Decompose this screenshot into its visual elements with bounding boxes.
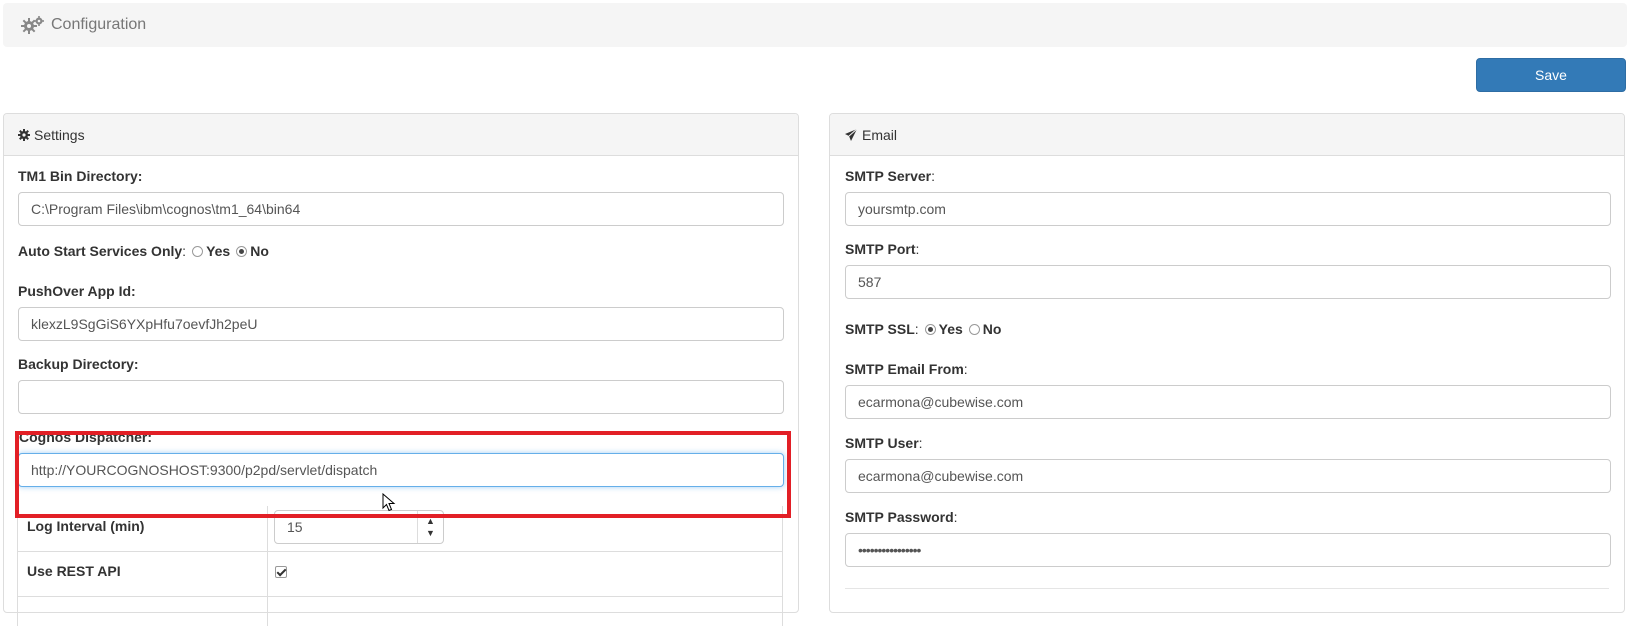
stepper-up-icon[interactable]: ▲ [426, 515, 435, 527]
smtp-from-label: SMTP Email From [845, 361, 964, 377]
use-rest-checkbox[interactable] [275, 566, 287, 578]
auto-start-label: Auto Start Services Only [18, 243, 183, 259]
auto-start-yes-radio[interactable] [192, 245, 204, 257]
email-divider [845, 588, 1609, 589]
cognos-input[interactable]: http://YOURCOGNOSHOST:9300/p2pd/servlet/… [18, 453, 784, 487]
smtp-password-label-row: SMTP Password: [845, 509, 958, 525]
smtp-from-label-row: SMTP Email From: [845, 361, 968, 377]
log-interval-value: 15 [287, 519, 303, 535]
auto-start-row: Auto Start Services Only : Yes No [18, 243, 269, 259]
smtp-port-colon: : [915, 241, 920, 257]
paper-plane-icon [844, 128, 858, 142]
backup-label: Backup Directory: [18, 356, 139, 372]
tm1-bin-label: TM1 Bin Directory: [18, 168, 143, 184]
smtp-port-label: SMTP Port [845, 241, 916, 257]
gears-icon [21, 15, 45, 35]
smtp-server-input[interactable]: yoursmtp.com [845, 192, 1611, 226]
save-button[interactable]: Save [1476, 58, 1626, 92]
smtp-ssl-yes-radio[interactable] [924, 323, 936, 335]
smtp-password-colon: : [953, 509, 958, 525]
smtp-server-colon: : [931, 168, 936, 184]
smtp-password-label: SMTP Password [845, 509, 954, 525]
log-interval-stepper[interactable]: 15 ▲ ▼ [274, 510, 444, 544]
smtp-user-input[interactable]: ecarmona@cubewise.com [845, 459, 1611, 493]
auto-start-no-radio[interactable] [236, 245, 248, 257]
pushover-input[interactable]: klexzL9SgGiS6YXpHfu7oevfJh2peU [18, 307, 784, 341]
smtp-user-colon: : [918, 435, 923, 451]
log-interval-label: Log Interval (min) [27, 518, 145, 534]
settings-panel-heading: Settings [4, 114, 798, 156]
smtp-ssl-label: SMTP SSL [845, 321, 915, 337]
mouse-cursor-icon [382, 492, 396, 516]
smtp-server-label: SMTP Server [845, 168, 932, 184]
auto-start-no-label: No [250, 243, 269, 259]
smtp-ssl-yes-label: Yes [938, 321, 963, 337]
page-title: Configuration [51, 16, 147, 33]
cognos-label: Cognos Dispatcher: [19, 429, 153, 445]
table-row-divider [18, 551, 782, 552]
smtp-server-label-row: SMTP Server: [845, 168, 935, 184]
smtp-ssl-colon: : [914, 321, 919, 337]
email-panel-heading: Email [830, 114, 1624, 156]
smtp-ssl-row: SMTP SSL : Yes No [845, 321, 1001, 337]
smtp-user-label-row: SMTP User: [845, 435, 923, 451]
gear-icon [18, 128, 30, 141]
settings-panel-title: Settings [34, 126, 85, 143]
smtp-port-label-row: SMTP Port: [845, 241, 919, 257]
smtp-ssl-no-radio[interactable] [968, 323, 980, 335]
pushover-label: PushOver App Id: [18, 283, 136, 299]
email-panel-title: Email [862, 126, 898, 143]
backup-input[interactable] [18, 380, 784, 414]
smtp-from-input[interactable]: ecarmona@cubewise.com [845, 385, 1611, 419]
smtp-from-colon: : [963, 361, 968, 377]
table-row-divider [18, 596, 782, 597]
smtp-password-input[interactable]: •••••••••••••••• [845, 533, 1611, 567]
stepper-down-icon[interactable]: ▼ [426, 527, 435, 539]
page-header: Configuration [3, 3, 1627, 47]
smtp-ssl-no-label: No [982, 321, 1002, 337]
auto-start-yes-label: Yes [206, 243, 231, 259]
stepper-arrows[interactable]: ▲ ▼ [417, 511, 443, 543]
tm1-bin-input[interactable]: C:\Program Files\ibm\cognos\tm1_64\bin64 [18, 192, 784, 226]
smtp-port-input[interactable]: 587 [845, 265, 1611, 299]
table-column-divider [267, 506, 268, 626]
use-rest-label: Use REST API [27, 563, 121, 579]
smtp-user-label: SMTP User [845, 435, 919, 451]
auto-start-colon: : [182, 243, 187, 259]
